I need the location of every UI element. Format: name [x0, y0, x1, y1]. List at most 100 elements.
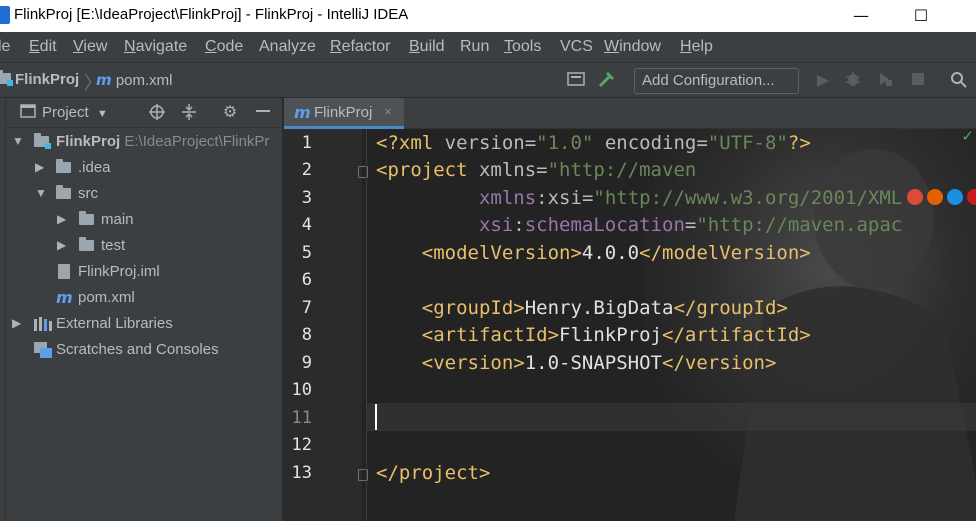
line-number: 8	[301, 325, 312, 345]
browser-preview-popup	[838, 163, 976, 205]
tree-item-pom[interactable]: m pom.xml	[6, 285, 283, 311]
coverage-icon[interactable]	[875, 71, 895, 91]
line-number-gutter: 1 2 3 4 5 6 7 8 9 10 11 12 13	[284, 129, 368, 521]
stop-icon[interactable]	[908, 71, 928, 91]
chrome-icon[interactable]	[906, 188, 923, 205]
tree-item-iml[interactable]: FlinkProj.iml	[6, 259, 283, 285]
scratches-icon	[34, 342, 52, 362]
maven-file-icon: m	[96, 71, 112, 89]
code-line-13: </project>	[376, 462, 491, 484]
menu-refactor[interactable]: Refactor	[330, 38, 390, 56]
tree-item-scratches[interactable]: Scratches and Consoles	[6, 337, 283, 363]
folder-icon	[79, 211, 94, 225]
code-line-5: <modelVersion>4.0.0</modelVersion>	[421, 242, 811, 264]
menu-code[interactable]: Code	[205, 38, 243, 56]
menu-vcs[interactable]: VCS	[560, 38, 593, 56]
libraries-icon	[34, 317, 52, 335]
line-number: 4	[301, 215, 312, 235]
menu-view[interactable]: View	[73, 38, 107, 56]
gutter-separator	[366, 129, 367, 521]
project-view-selector[interactable]: Project ▼	[20, 104, 108, 121]
collapse-arrow-icon[interactable]: ▶	[12, 316, 21, 330]
line-number: 7	[301, 298, 312, 318]
code-editor[interactable]: 1 2 3 4 5 6 7 8 9 10 11 12 13 <?xml vers…	[284, 129, 976, 521]
code-line-1: <?xml version="1.0" encoding="UTF-8"?>	[376, 132, 811, 154]
menu-tools[interactable]: Tools	[504, 38, 541, 56]
collapse-arrow-icon[interactable]: ▶	[57, 238, 66, 252]
tree-item-main[interactable]: ▶ main	[6, 207, 283, 233]
menu-run[interactable]: Run	[460, 38, 489, 56]
build-hammer-icon[interactable]	[597, 71, 617, 91]
menu-window[interactable]: Window	[604, 38, 661, 56]
module-folder-icon	[0, 70, 13, 86]
opera-icon[interactable]	[966, 188, 976, 205]
minimize-button[interactable]: —	[838, 0, 884, 32]
folder-icon	[79, 237, 94, 251]
menu-analyze[interactable]: Analyze	[259, 38, 316, 56]
breadcrumb-file[interactable]: m pom.xml	[96, 71, 173, 89]
add-configuration-button[interactable]: Add Configuration...	[634, 68, 799, 94]
window-title: FlinkProj [E:\IdeaProject\FlinkProj] - F…	[14, 6, 409, 23]
title-bar: FlinkProj [E:\IdeaProject\FlinkProj] - F…	[0, 0, 976, 32]
tree-item-idea[interactable]: ▶ .idea	[6, 155, 283, 181]
folder-icon	[56, 159, 71, 173]
expand-arrow-icon[interactable]: ▼	[12, 134, 24, 148]
code-line-8: <artifactId>FlinkProj</artifactId>	[421, 324, 811, 346]
maven-file-icon: m	[294, 103, 311, 122]
code-line-7: <groupId>Henry.BigData</groupId>	[421, 297, 788, 319]
menu-build[interactable]: Build	[409, 38, 445, 56]
line-number: 3	[301, 188, 312, 208]
debug-icon[interactable]	[843, 71, 863, 91]
tree-item-flinkproj[interactable]: ▼ FlinkProj E:\IdeaProject\FlinkPr	[6, 129, 283, 155]
inspection-ok-icon[interactable]: ✓	[961, 129, 974, 145]
tree-item-external-libraries[interactable]: ▶ External Libraries	[6, 311, 283, 337]
close-tab-icon[interactable]: ×	[384, 104, 392, 119]
run-icon[interactable]: ▶	[813, 71, 833, 91]
dropdown-arrow-icon: ▼	[96, 108, 108, 120]
editor-tab-bar: m FlinkProj ×	[284, 98, 976, 129]
line-number: 9	[301, 353, 312, 373]
code-line-2: <project xmlns="http://maven	[376, 159, 697, 181]
settings-gear-icon[interactable]: ⚙	[220, 103, 240, 123]
maven-file-icon: m	[56, 288, 73, 307]
menu-bar: le Edit View Navigate Code Analyze Refac…	[0, 32, 976, 62]
module-folder-icon	[34, 133, 51, 149]
firefox-icon[interactable]	[926, 188, 943, 205]
line-number: 5	[301, 243, 312, 263]
hide-panel-icon[interactable]	[253, 103, 273, 123]
code-line-4: xsi:schemaLocation="http://maven.apac	[478, 214, 903, 236]
collapse-arrow-icon[interactable]: ▶	[35, 160, 44, 174]
code-area[interactable]: <?xml version="1.0" encoding="UTF-8"?> <…	[376, 129, 976, 521]
locate-target-icon[interactable]	[147, 103, 167, 123]
line-number: 12	[291, 435, 312, 455]
line-number: 11	[291, 408, 312, 428]
menu-edit[interactable]: Edit	[29, 38, 57, 56]
search-everywhere-icon[interactable]	[949, 71, 969, 91]
maximize-button[interactable]: ☐	[898, 0, 944, 32]
menu-file[interactable]: le	[0, 38, 10, 56]
line-number: 1	[301, 133, 312, 153]
line-number: 13	[291, 463, 312, 483]
tree-item-test[interactable]: ▶ test	[6, 233, 283, 259]
tab-label: FlinkProj	[314, 104, 373, 121]
collapse-arrow-icon[interactable]: ▶	[57, 212, 66, 226]
menu-help[interactable]: Help	[680, 38, 713, 56]
safari-icon[interactable]	[946, 188, 963, 205]
code-line-3: xmlns:xsi="http://www.w3.org/2001/XML	[478, 187, 903, 209]
code-line-9: <version>1.0-SNAPSHOT</version>	[421, 352, 777, 374]
line-number: 2	[301, 160, 312, 180]
menu-navigate[interactable]: Navigate	[124, 38, 187, 56]
project-structure-icon[interactable]	[566, 71, 586, 91]
tab-pom-xml[interactable]: m FlinkProj ×	[284, 98, 404, 129]
tree-item-src[interactable]: ▼ src	[6, 181, 283, 207]
project-view-icon	[20, 104, 36, 118]
text-caret	[375, 404, 377, 430]
breadcrumb-project[interactable]: FlinkProj	[0, 70, 79, 88]
collapse-all-icon[interactable]	[179, 103, 199, 123]
expand-arrow-icon[interactable]: ▼	[35, 186, 47, 200]
project-tool-window: Project ▼ ⚙ ▼ FlinkProj E:\IdeaProject\F…	[6, 98, 283, 521]
folder-icon	[56, 185, 71, 199]
iml-file-icon	[58, 264, 70, 279]
navigation-bar: FlinkProj 〉 m pom.xml Add Configuration.…	[0, 62, 976, 98]
intellij-app-icon	[0, 6, 10, 24]
